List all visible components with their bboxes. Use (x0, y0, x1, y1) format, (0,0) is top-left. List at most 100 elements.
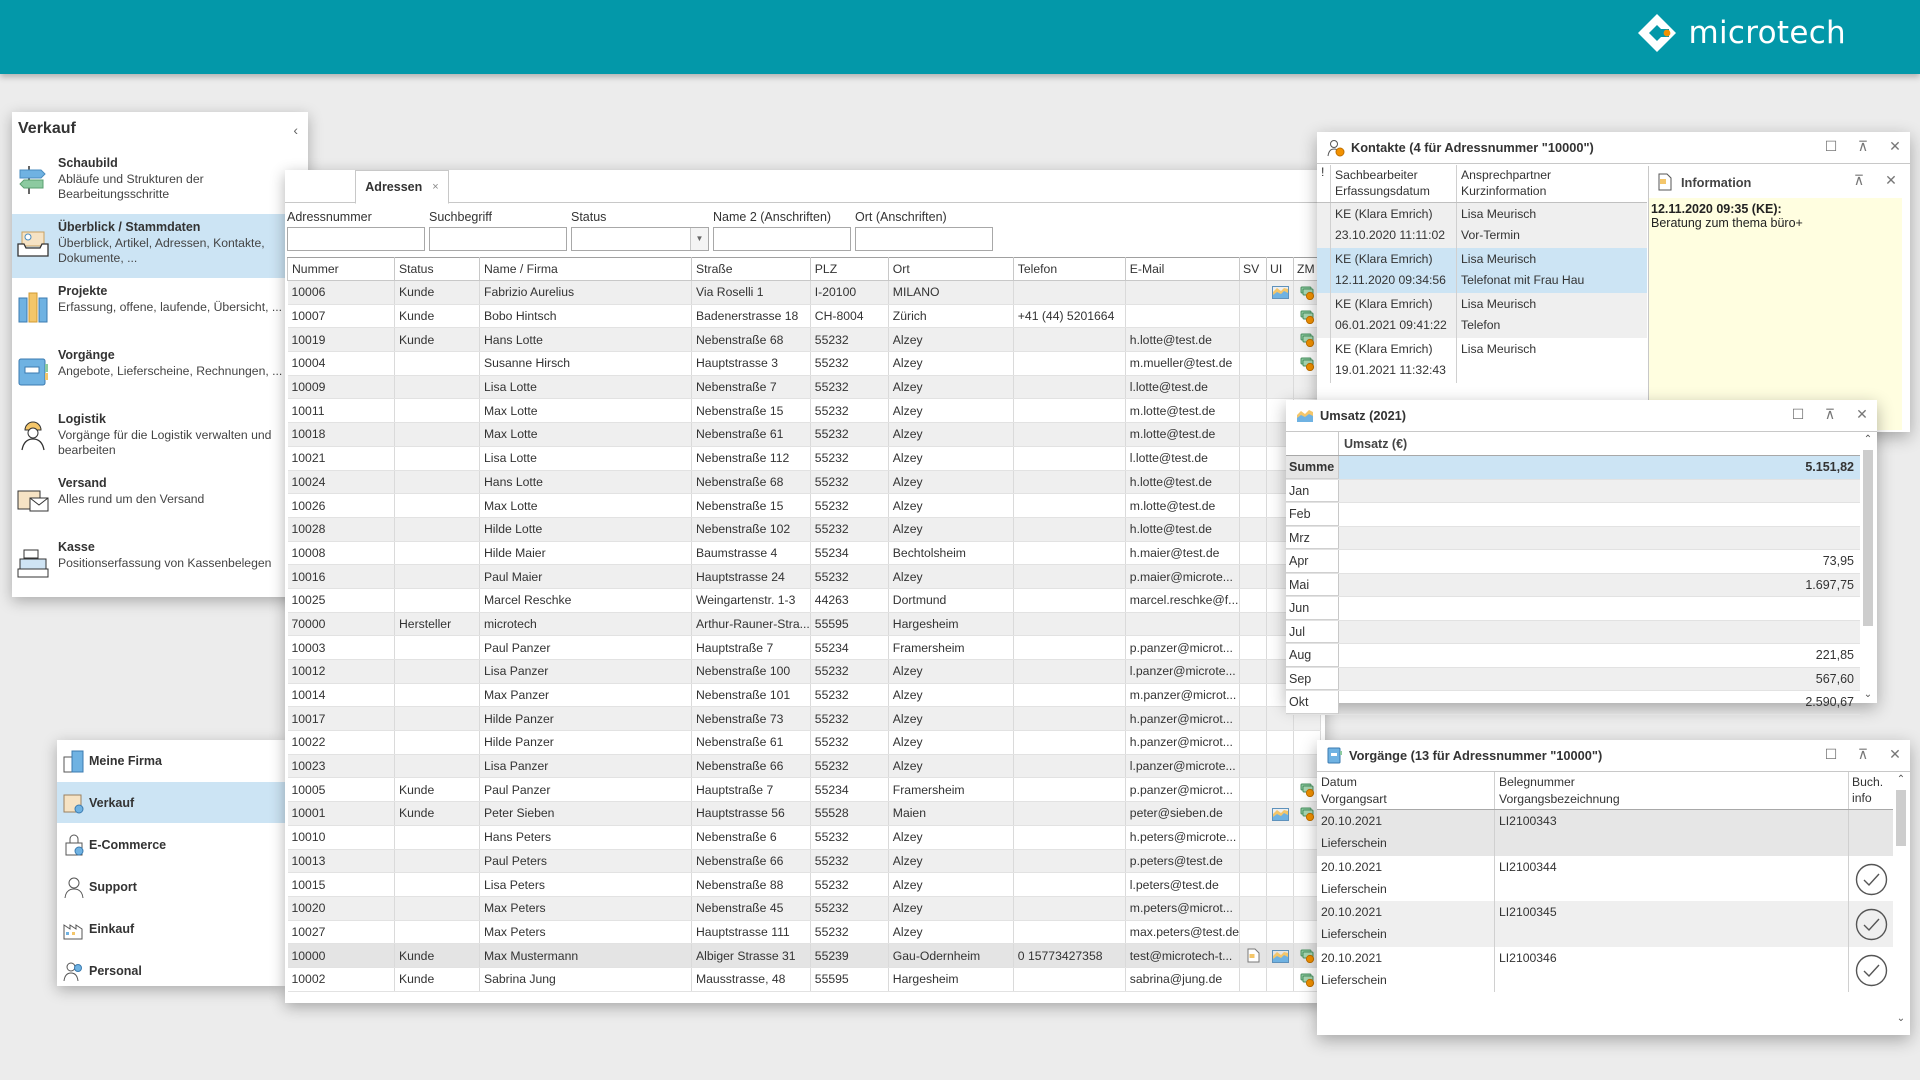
table-row[interactable]: 10018 Max Lotte Nebenstraße 61 55232 Alzey m.… (287, 422, 1322, 447)
suchbegriff-input[interactable] (429, 227, 567, 251)
revenue-month-row[interactable]: Mai 1.697,75 (1286, 573, 1860, 597)
nav-item-verkauf[interactable]: Verkauf (57, 782, 285, 823)
module-item-versand[interactable]: Versand Alles rund um den Versand (12, 470, 308, 534)
module-item-schaubild[interactable]: Schaubild Abläufe und Strukturen der Bea… (12, 150, 308, 214)
revenue-month-row[interactable]: Apr 73,95 (1286, 550, 1860, 574)
tab-adressen[interactable]: Adressen × (355, 170, 449, 204)
scroll-thumb[interactable] (1896, 790, 1906, 846)
close-icon[interactable]: ✕ (1888, 746, 1902, 763)
payment-coins-icon[interactable] (1300, 309, 1315, 324)
module-item-kasse[interactable]: Kasse Positionserfassung von Kassenbeleg… (12, 534, 308, 598)
ort-input[interactable] (855, 227, 993, 251)
column-header[interactable]: SV (1239, 257, 1268, 281)
revenue-month-row[interactable]: Jun (1286, 597, 1860, 621)
table-row[interactable]: 10011 Max Lotte Nebenstraße 15 55232 Alzey m.… (287, 398, 1322, 424)
payment-coins-icon[interactable] (1300, 806, 1315, 822)
column-header[interactable]: Status (394, 257, 480, 281)
column-header[interactable]: Straße (691, 257, 811, 281)
table-row[interactable]: 10012 Lisa Panzer Nebenstraße 100 55232 Alze… (287, 659, 1322, 684)
maximize-icon[interactable]: ☐ (1824, 746, 1838, 763)
table-row[interactable]: 10027 Max Peters Hauptstrasse 111 55232 Alze… (287, 920, 1322, 945)
payment-coins-icon[interactable] (1300, 948, 1315, 964)
transaction-row[interactable]: 20.10.2021 Lieferschein LI2100345 (1317, 901, 1893, 947)
nav-item-personal[interactable]: Personal (57, 950, 285, 991)
table-row[interactable]: 10017 Hilde Panzer Nebenstraße 73 55232 Alze… (287, 706, 1322, 732)
revenue-chart-icon[interactable] (1271, 949, 1289, 963)
chevron-left-icon[interactable]: ‹ (293, 122, 298, 138)
table-row[interactable]: 10013 Paul Peters Nebenstraße 66 55232 Alzey… (287, 849, 1322, 874)
table-row[interactable]: 10015 Lisa Peters Nebenstraße 88 55232 Alzey… (287, 872, 1322, 897)
table-row[interactable]: 10007 Kunde Bobo Hintsch Badenerstrasse 18 C… (287, 304, 1322, 329)
revenue-month-row[interactable]: Mrz (1286, 526, 1860, 550)
table-row[interactable]: 10002 Kunde Sabrina Jung Mausstrasse, 48 555… (287, 967, 1322, 992)
revenue-sum-row[interactable]: Summe 5.151,82 (1286, 456, 1860, 480)
document-icon[interactable] (1247, 948, 1260, 963)
column-datum[interactable]: Datum Vorgangsart (1317, 772, 1495, 809)
revenue-scrollbar[interactable]: ⌃ ⌄ (1860, 432, 1876, 702)
table-row[interactable]: 10019 Kunde Hans Lotte Nebenstraße 68 55232 A… (287, 327, 1322, 353)
pin-icon[interactable]: ⊼ (1852, 172, 1866, 189)
revenue-chart-icon[interactable] (1271, 286, 1289, 300)
nav-item-e-commerce[interactable]: E-Commerce (57, 824, 285, 865)
table-row[interactable]: 70000 Hersteller microtech Arthur-Rauner-St… (287, 612, 1322, 637)
scroll-up-icon[interactable]: ⌃ (1893, 774, 1909, 785)
revenue-month-row[interactable]: Feb (1286, 503, 1860, 527)
adressnummer-input[interactable] (287, 227, 425, 251)
table-row[interactable]: 10005 Kunde Paul Panzer Hauptstraße 7 55234 F… (287, 777, 1322, 803)
table-row[interactable]: 10008 Hilde Maier Baumstrasse 4 55234 Bechto… (287, 541, 1322, 566)
scroll-down-icon[interactable]: ⌄ (1860, 689, 1876, 700)
scroll-up-icon[interactable]: ⌃ (1860, 434, 1876, 445)
contact-row[interactable]: KE (Klara Emrich) 23.10.2020 11:11:02 Lisa… (1317, 203, 1647, 248)
nav-item-einkauf[interactable]: Einkauf (57, 908, 285, 949)
close-icon[interactable]: ✕ (1855, 406, 1869, 423)
table-row[interactable]: 10000 Kunde Max Mustermann Albiger Strasse … (287, 943, 1322, 968)
column-header[interactable]: Telefon (1012, 257, 1126, 281)
payment-coins-icon[interactable] (1300, 332, 1315, 348)
payment-coins-icon[interactable] (1300, 285, 1315, 300)
revenue-month-row[interactable]: Aug 221,85 (1286, 644, 1860, 668)
nav-item-meine-firma[interactable]: Meine Firma (57, 740, 285, 781)
table-row[interactable]: 10025 Marcel Reschke Weingartenstr. 1-3 442… (287, 588, 1322, 613)
close-icon[interactable]: ✕ (1884, 172, 1898, 189)
column-buchinfo[interactable]: Buch. info (1849, 772, 1893, 809)
column-umsatz[interactable]: Umsatz (€) (1339, 432, 1407, 455)
revenue-month-row[interactable]: Okt 2.590,67 (1286, 691, 1860, 715)
close-icon[interactable]: ✕ (1888, 138, 1902, 155)
maximize-icon[interactable]: ☐ (1791, 406, 1805, 423)
column-header[interactable]: Ort (887, 257, 1014, 281)
module-item-projekte[interactable]: Projekte Erfassung, offene, laufende, Üb… (12, 278, 308, 342)
revenue-chart-icon[interactable] (1271, 807, 1289, 821)
close-icon[interactable]: × (432, 181, 438, 193)
module-item-logistik[interactable]: Logistik Vorgänge für die Logistik verwa… (12, 406, 308, 470)
revenue-month-row[interactable]: Sep 567,60 (1286, 667, 1860, 691)
pin-icon[interactable]: ⊼ (1823, 406, 1837, 423)
module-item-ueberblick[interactable]: Überblick / Stammdaten Überblick, Artike… (12, 214, 308, 278)
table-row[interactable]: 10014 Max Panzer Nebenstraße 101 55232 Alzey… (287, 683, 1322, 708)
transaction-row[interactable]: 20.10.2021 Lieferschein LI2100344 (1317, 855, 1893, 901)
maximize-icon[interactable]: ☐ (1824, 138, 1838, 155)
transaction-row[interactable]: 20.10.2021 Lieferschein LI2100343 (1317, 810, 1893, 856)
column-header[interactable]: UI (1266, 257, 1295, 281)
table-row[interactable]: 10010 Hans Peters Nebenstraße 6 55232 Alzey h… (287, 825, 1322, 850)
table-row[interactable]: 10022 Hilde Panzer Nebenstraße 61 55232 Alze… (287, 730, 1322, 755)
table-row[interactable]: 10003 Paul Panzer Hauptstraße 7 55234 Framer… (287, 635, 1322, 660)
table-row[interactable]: 10023 Lisa Panzer Nebenstraße 66 55232 Alzey… (287, 754, 1322, 779)
status-select[interactable]: ▼ (571, 227, 709, 251)
table-row[interactable]: 10021 Lisa Lotte Nebenstraße 112 55232 Alzey… (287, 446, 1322, 471)
table-row[interactable]: 10001 Kunde Peter Sieben Hauptstrasse 56 555… (287, 801, 1322, 826)
revenue-month-row[interactable]: Jul (1286, 620, 1860, 644)
module-item-vorgaenge[interactable]: Vorgänge Angebote, Lieferscheine, Rechnu… (12, 342, 308, 406)
contact-row[interactable]: KE (Klara Emrich) 12.11.2020 09:34:56 Lisa… (1317, 248, 1647, 293)
column-header[interactable]: Name / Firma (479, 257, 692, 281)
table-row[interactable]: 10028 Hilde Lotte Nebenstraße 102 55232 Alze… (287, 517, 1322, 542)
revenue-month-row[interactable]: Jan (1286, 479, 1860, 503)
column-header[interactable]: PLZ (809, 257, 889, 281)
column-belegnummer[interactable]: Belegnummer Vorgangsbezeichnung (1495, 772, 1849, 809)
name2-input[interactable] (713, 227, 851, 251)
payment-coins-icon[interactable] (1300, 356, 1315, 372)
transaction-row[interactable]: 20.10.2021 Lieferschein LI2100346 (1317, 946, 1893, 992)
pin-icon[interactable]: ⊼ (1856, 746, 1870, 763)
table-row[interactable]: 10026 Max Lotte Nebenstraße 15 55232 Alzey m.… (287, 493, 1322, 518)
scroll-thumb[interactable] (1863, 450, 1873, 626)
table-row[interactable]: 10009 Lisa Lotte Nebenstraße 7 55232 Alzey l.… (287, 375, 1322, 400)
